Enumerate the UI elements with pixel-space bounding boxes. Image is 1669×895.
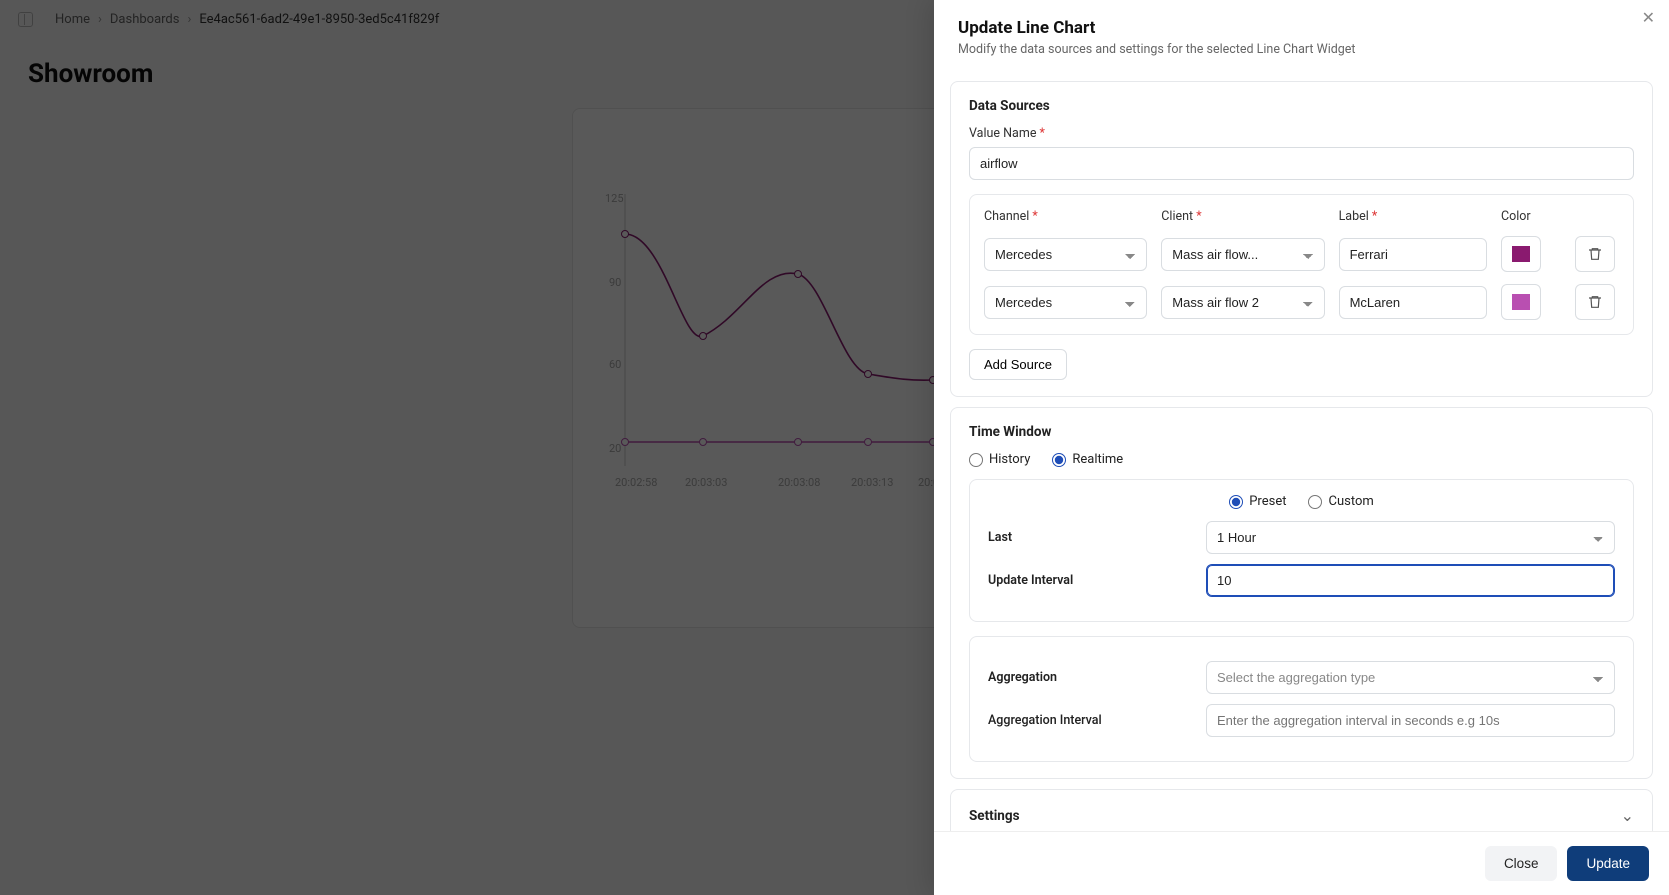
update-interval-label: Update Interval — [988, 573, 1188, 588]
drawer-subtitle: Modify the data sources and settings for… — [958, 42, 1645, 57]
section-heading: Data Sources — [969, 98, 1634, 114]
channel-select[interactable]: Mercedes — [984, 286, 1147, 319]
color-swatch-icon — [1512, 294, 1530, 310]
radio-custom[interactable]: Custom — [1308, 494, 1373, 509]
label-input[interactable] — [1339, 286, 1487, 319]
update-button[interactable]: Update — [1567, 846, 1649, 881]
aggregation-label: Aggregation — [988, 670, 1188, 685]
update-chart-drawer: ✕ Update Line Chart Modify the data sour… — [934, 0, 1669, 895]
aggregation-select[interactable]: Select the aggregation type — [1206, 661, 1615, 694]
aggregation-interval-input[interactable] — [1206, 704, 1615, 737]
close-icon[interactable]: ✕ — [1642, 8, 1655, 28]
section-data-sources: Data Sources Value Name Channel Client L… — [950, 81, 1653, 397]
data-source-row: Mercedes Mass air flow 2 — [984, 284, 1619, 320]
channel-select[interactable]: Mercedes — [984, 238, 1147, 271]
drawer-body[interactable]: Data Sources Value Name Channel Client L… — [934, 67, 1669, 831]
client-select[interactable]: Mass air flow... — [1161, 238, 1324, 271]
radio-realtime[interactable]: Realtime — [1052, 452, 1123, 467]
value-name-label: Value Name — [969, 126, 1634, 141]
drawer-title: Update Line Chart — [958, 18, 1645, 38]
drawer-header: Update Line Chart Modify the data source… — [934, 0, 1669, 67]
close-button[interactable]: Close — [1485, 846, 1558, 881]
client-select[interactable]: Mass air flow 2 — [1161, 286, 1324, 319]
radio-preset[interactable]: Preset — [1229, 494, 1286, 509]
radio-history[interactable]: History — [969, 452, 1030, 467]
section-heading: Settings — [969, 808, 1020, 824]
add-source-button[interactable]: Add Source — [969, 349, 1067, 380]
section-settings[interactable]: Settings ⌄ — [950, 789, 1653, 831]
chevron-down-icon: ⌄ — [1621, 806, 1634, 825]
time-window-box: Preset Custom Last 1 Hour Update Interva… — [969, 479, 1634, 622]
section-heading: Time Window — [969, 424, 1634, 440]
drawer-footer: Close Update — [934, 831, 1669, 895]
last-label: Last — [988, 530, 1188, 545]
section-time-window: Time Window History Realtime Preset Cust… — [950, 407, 1653, 779]
aggregation-interval-label: Aggregation Interval — [988, 713, 1188, 728]
data-source-row: Mercedes Mass air flow... — [984, 236, 1619, 272]
col-client: Client — [1161, 209, 1324, 224]
delete-row-button[interactable] — [1575, 236, 1615, 272]
col-color: Color — [1501, 209, 1561, 224]
label-input[interactable] — [1339, 238, 1487, 271]
delete-row-button[interactable] — [1575, 284, 1615, 320]
col-label: Label — [1339, 209, 1487, 224]
color-picker[interactable] — [1501, 284, 1541, 320]
color-picker[interactable] — [1501, 236, 1541, 272]
data-source-table: Channel Client Label Color Mercedes Mass… — [969, 194, 1634, 335]
value-name-input[interactable] — [969, 147, 1634, 180]
aggregation-box: Aggregation Select the aggregation type … — [969, 636, 1634, 762]
color-swatch-icon — [1512, 246, 1530, 262]
update-interval-input[interactable] — [1206, 564, 1615, 597]
col-channel: Channel — [984, 209, 1147, 224]
last-select[interactable]: 1 Hour — [1206, 521, 1615, 554]
